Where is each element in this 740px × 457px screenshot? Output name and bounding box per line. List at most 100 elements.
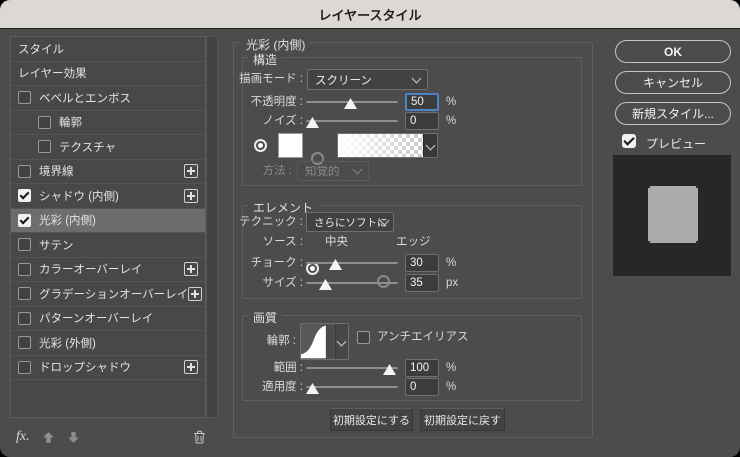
layer-style-dialog: レイヤースタイル スタイルレイヤー効果ベベルとエンボス輪郭テクスチャ境界線シャド…	[0, 0, 740, 457]
sidebar-item-gradient-overlay[interactable]: グラデーションオーバーレイ	[11, 282, 205, 307]
method-select: 知覚的	[297, 161, 369, 181]
radio-dot	[258, 143, 263, 148]
chevron-down-icon	[337, 337, 347, 347]
dialog-titlebar[interactable]: レイヤースタイル	[0, 0, 740, 29]
slider-thumb[interactable]	[344, 98, 357, 109]
slider-thumb[interactable]	[329, 259, 342, 270]
sidebar-item-inner-shadow[interactable]: シャドウ (内側)	[11, 184, 205, 209]
source-edge-label: エッジ	[396, 236, 431, 249]
size-input[interactable]	[405, 274, 439, 292]
sidebar-item-pattern-overlay[interactable]: パターンオーバーレイ	[11, 307, 205, 332]
cancel-button[interactable]: キャンセル	[615, 71, 731, 94]
slider-thumb[interactable]	[383, 364, 396, 375]
size-label: サイズ :	[236, 274, 303, 292]
sidebar-item-label: ベベルとエンボス	[39, 90, 131, 106]
contour-checkbox[interactable]	[38, 116, 51, 129]
choke-slider[interactable]	[306, 255, 398, 271]
noise-input[interactable]	[405, 112, 439, 130]
slider-track	[306, 282, 398, 284]
sidebar-footer: fx.	[10, 424, 218, 450]
sidebar-item-label: 光彩 (外側)	[39, 335, 96, 351]
sidebar-item-styles[interactable]: スタイル	[11, 37, 205, 62]
delete-effect-button[interactable]	[193, 430, 206, 444]
sidebar-item-blending-options[interactable]: レイヤー効果	[11, 62, 205, 87]
check-icon	[20, 190, 30, 200]
gradient-dropdown[interactable]	[423, 134, 437, 157]
sidebar-item-satin[interactable]: サテン	[11, 233, 205, 258]
dialog-title: レイヤースタイル	[319, 5, 422, 24]
source-label: ソース :	[236, 236, 303, 249]
make-default-button[interactable]: 初期設定にする	[330, 408, 413, 431]
reset-default-button[interactable]: 初期設定に戻す	[420, 408, 505, 431]
noise-slider[interactable]	[306, 113, 398, 129]
technique-select[interactable]: さらにソフトに	[306, 212, 394, 232]
add-effect-icon[interactable]	[184, 262, 198, 276]
slider-thumb[interactable]	[319, 279, 332, 290]
new-style-button[interactable]: 新規スタイル...	[615, 102, 731, 125]
glow-color-swatch[interactable]	[278, 133, 303, 158]
contour-thumbnail	[301, 324, 335, 359]
sidebar-item-label: 輪郭	[59, 114, 82, 130]
antialias-checkbox[interactable]	[357, 331, 370, 344]
jitter-slider[interactable]	[306, 379, 398, 395]
size-unit: px	[446, 274, 458, 292]
corner-handle	[696, 185, 699, 188]
solid-color-radio[interactable]	[254, 139, 267, 152]
sidebar-item-label: ドロップシャドウ	[39, 359, 131, 375]
choke-input[interactable]	[405, 254, 439, 272]
sidebar-item-bevel-emboss[interactable]: ベベルとエンボス	[11, 86, 205, 111]
source-center-label: 中央	[325, 236, 348, 249]
blend-mode-select[interactable]: スクリーン	[307, 69, 428, 90]
add-effect-icon[interactable]	[188, 287, 202, 301]
bevel-emboss-checkbox[interactable]	[18, 91, 31, 104]
drop-shadow-checkbox[interactable]	[18, 361, 31, 374]
satin-checkbox[interactable]	[18, 238, 31, 251]
styles-sidebar: スタイルレイヤー効果ベベルとエンボス輪郭テクスチャ境界線シャドウ (内側)光彩 …	[10, 36, 206, 418]
sidebar-scrollbar[interactable]	[206, 36, 218, 418]
move-effect-down-button[interactable]	[67, 431, 80, 444]
method-label: 方法 :	[222, 161, 292, 181]
range-input[interactable]	[405, 359, 439, 377]
ok-button[interactable]: OK	[615, 40, 731, 63]
sidebar-item-stroke[interactable]: 境界線	[11, 160, 205, 185]
opacity-unit: %	[446, 93, 456, 111]
arrow-up-icon	[42, 431, 55, 444]
sidebar-item-color-overlay[interactable]: カラーオーバーレイ	[11, 258, 205, 283]
add-effect-icon[interactable]	[184, 164, 198, 178]
corner-handle	[647, 241, 650, 244]
slider-thumb[interactable]	[306, 117, 319, 128]
jitter-input[interactable]	[405, 378, 439, 396]
add-effect-icon[interactable]	[184, 360, 198, 374]
contour-picker[interactable]	[300, 323, 349, 360]
pattern-overlay-checkbox[interactable]	[18, 312, 31, 325]
sidebar-item-texture[interactable]: テクスチャ	[11, 135, 205, 160]
opacity-slider[interactable]	[306, 94, 398, 110]
inner-shadow-checkbox[interactable]	[18, 189, 31, 202]
slider-track	[306, 120, 398, 122]
move-effect-up-button[interactable]	[42, 431, 55, 444]
contour-dropdown[interactable]	[335, 324, 348, 359]
add-effect-icon[interactable]	[184, 189, 198, 203]
texture-checkbox[interactable]	[38, 140, 51, 153]
noise-label: ノイズ :	[236, 112, 303, 130]
sidebar-item-outer-glow[interactable]: 光彩 (外側)	[11, 331, 205, 356]
sidebar-item-label: 境界線	[39, 163, 74, 179]
sidebar-item-contour[interactable]: 輪郭	[11, 111, 205, 136]
opacity-input[interactable]	[405, 93, 439, 111]
sidebar-item-inner-glow[interactable]: 光彩 (内側)	[11, 209, 205, 234]
jitter-label: 適用度 :	[236, 378, 303, 396]
technique-value: さらにソフトに	[307, 215, 388, 230]
gradient-overlay-checkbox[interactable]	[18, 287, 31, 300]
antialias-label: アンチエイリアス	[377, 331, 469, 344]
range-slider[interactable]	[306, 360, 398, 376]
outer-glow-checkbox[interactable]	[18, 336, 31, 349]
preview-checkbox[interactable]	[622, 134, 636, 148]
structure-legend: 構造	[248, 51, 282, 68]
stroke-checkbox[interactable]	[18, 165, 31, 178]
slider-thumb[interactable]	[306, 383, 319, 394]
color-overlay-checkbox[interactable]	[18, 263, 31, 276]
gradient-picker[interactable]	[337, 133, 438, 158]
size-slider[interactable]	[306, 275, 398, 291]
inner-glow-checkbox[interactable]	[18, 214, 31, 227]
sidebar-item-drop-shadow[interactable]: ドロップシャドウ	[11, 356, 205, 381]
